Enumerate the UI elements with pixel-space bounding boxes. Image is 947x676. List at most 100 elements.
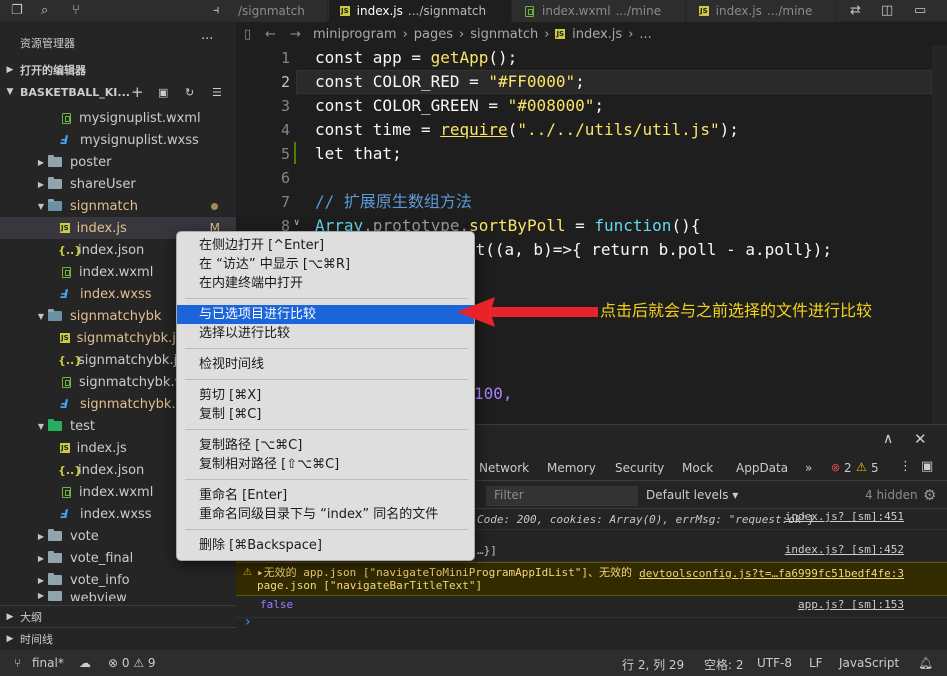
log-text: false	[260, 598, 294, 611]
git-branch-icon[interactable]: ⑂	[14, 656, 21, 670]
menu-reveal-in-finder[interactable]: 在 “访达” 中显示 [⌥⌘R]	[177, 255, 474, 274]
outline-section[interactable]: ▶ 大纲	[0, 605, 236, 627]
log-source-link[interactable]: devtoolsconfig.js?t=…fa6999fc51bedf4fe:3	[639, 567, 904, 580]
chevron-up-icon[interactable]: ∧	[883, 431, 893, 447]
new-folder-icon[interactable]: ▣	[158, 86, 168, 99]
bookmark-icon[interactable]: ▯	[244, 27, 251, 42]
tab-security[interactable]: Security	[615, 461, 664, 475]
code-line-partial[interactable]: 100,	[474, 382, 513, 406]
forward-arrow-icon[interactable]: →	[290, 27, 301, 42]
split-editor-icon[interactable]: ⫞	[213, 3, 220, 18]
json-file-icon: {..}	[58, 243, 83, 257]
tab-index-js-signmatch[interactable]: JS index.js .../signmatch	[329, 0, 512, 22]
indentation[interactable]: 空格: 2	[704, 656, 744, 673]
menu-copy[interactable]: 复制 [⌘C]	[177, 405, 474, 424]
collapse-all-icon[interactable]: ☰	[212, 86, 222, 99]
tree-folder[interactable]: ▶ webview	[0, 591, 236, 601]
tree-folder[interactable]: ▶ poster	[0, 151, 236, 173]
compare-changes-icon[interactable]: ⇄	[850, 3, 861, 18]
code-line[interactable]: const app = getApp();	[315, 46, 517, 70]
close-icon[interactable]: ✕	[914, 430, 927, 448]
menu-cut[interactable]: 剪切 [⌘X]	[177, 386, 474, 405]
tree-label: vote_final	[70, 550, 134, 566]
tab-memory[interactable]: Memory	[547, 461, 596, 475]
breadcrumb-item[interactable]: ...	[639, 27, 651, 42]
code-line[interactable]: const COLOR_GREEN = "#008000";	[315, 94, 604, 118]
tree-folder[interactable]: ▶ shareUser	[0, 173, 236, 195]
line-ending[interactable]: LF	[809, 656, 823, 670]
back-arrow-icon[interactable]: ←	[265, 27, 276, 42]
fold-chevron-icon[interactable]: ∨	[294, 218, 299, 228]
console-prompt[interactable]: ›	[245, 614, 251, 630]
js-file-icon: JS	[340, 6, 350, 16]
log-source-link[interactable]: index.js? [sm]:452	[785, 543, 904, 556]
files-icon[interactable]: ❐	[11, 3, 23, 18]
menu-delete[interactable]: 删除 [⌘Backspace]	[177, 536, 474, 555]
wxml-file-icon	[62, 112, 71, 124]
settings-gear-icon[interactable]: ⚙	[923, 486, 936, 504]
tree-file[interactable]: mysignuplist.wxml	[0, 107, 236, 129]
sync-icon[interactable]: ☁	[79, 656, 91, 670]
tree-file[interactable]: Ⅎ mysignuplist.wxss	[0, 129, 236, 151]
menu-select-for-compare[interactable]: 选择以进行比较	[177, 324, 474, 343]
language-mode[interactable]: JavaScript	[839, 656, 899, 670]
menu-compare-with-selected[interactable]: 与已选项目进行比较	[177, 305, 474, 324]
more-actions-icon[interactable]: ···	[201, 32, 213, 47]
json-file-icon: {..}	[58, 353, 83, 367]
notification-bell-icon[interactable]: 🔔︎	[918, 656, 933, 670]
tree-label: index.wxss	[80, 286, 152, 302]
code-line[interactable]: const COLOR_RED = "#FF0000";	[315, 70, 585, 94]
dock-icon[interactable]: ▣	[921, 459, 933, 474]
tree-folder[interactable]: ▼ signmatch	[0, 195, 236, 217]
tab-signmatch-overflow[interactable]: /signmatch	[232, 0, 328, 22]
code-comment[interactable]: // 扩展原生数组方法	[315, 190, 472, 214]
tab-appdata[interactable]: AppData	[736, 461, 788, 475]
menu-rename-same-named[interactable]: 重命名同级目录下与 “index” 同名的文件	[177, 505, 474, 524]
breadcrumb-item[interactable]: signmatch	[470, 27, 538, 42]
menu-copy-relative-path[interactable]: 复制相对路径 [⇧⌥⌘C]	[177, 455, 474, 474]
tab-index-wxml-mine[interactable]: index.wxml .../mine	[513, 0, 686, 22]
open-editors-section[interactable]: ▶ 打开的编辑器	[0, 59, 236, 81]
encoding[interactable]: UTF-8	[757, 656, 792, 670]
log-levels-dropdown[interactable]: Default levels ▾	[646, 488, 738, 502]
menu-open-in-terminal[interactable]: 在内建终端中打开	[177, 274, 474, 293]
split-layout-icon[interactable]: ◫	[881, 3, 893, 18]
filter-input[interactable]: Filter	[486, 486, 638, 506]
error-count-icon[interactable]: ⊗	[831, 461, 840, 474]
log-source-link[interactable]: index.js? [sm]:451	[785, 510, 904, 523]
menu-rename[interactable]: 重命名 [Enter]	[177, 486, 474, 505]
menu-open-to-side[interactable]: 在侧边打开 [^Enter]	[177, 236, 474, 255]
more-options-icon[interactable]: ⋮	[899, 459, 912, 474]
menu-copy-path[interactable]: 复制路径 [⌥⌘C]	[177, 436, 474, 455]
code-line[interactable]: let that;	[315, 142, 402, 166]
wxss-file-icon: Ⅎ	[60, 397, 69, 411]
refresh-icon[interactable]: ↻	[185, 86, 194, 99]
code-line-partial[interactable]: rt((a, b)=>{ return b.poll - a.poll});	[466, 238, 832, 262]
more-tabs-button[interactable]: »	[805, 461, 812, 475]
breadcrumb-item[interactable]: index.js	[572, 27, 622, 42]
tab-mock[interactable]: Mock	[682, 461, 713, 475]
menu-separator	[185, 479, 468, 480]
search-icon[interactable]: ⌕	[41, 3, 48, 18]
editor-scrollbar[interactable]	[932, 46, 947, 424]
chevron-right-icon: ›	[628, 26, 634, 42]
project-section[interactable]: ▼ BASKETBALL_KI... + ▣ ↻ ☰	[0, 81, 236, 103]
log-source-link[interactable]: app.js? [sm]:153	[798, 598, 904, 611]
cursor-position[interactable]: 行 2, 列 29	[622, 656, 684, 673]
menu-open-timeline[interactable]: 检视时间线	[177, 355, 474, 374]
chevron-right-icon: ▶	[6, 633, 14, 644]
wxss-file-icon: Ⅎ	[60, 133, 69, 147]
git-branch[interactable]: final*	[32, 656, 64, 670]
tab-index-js-mine[interactable]: JS index.js .../mine	[687, 0, 837, 22]
timeline-section[interactable]: ▶ 时间线	[0, 627, 236, 649]
source-control-icon[interactable]: ⑂	[72, 3, 80, 18]
toggle-panel-icon[interactable]: ▭	[914, 3, 926, 18]
tree-folder[interactable]: ▶ vote_info	[0, 569, 236, 591]
breadcrumb-item[interactable]: miniprogram	[313, 27, 397, 42]
problems-count[interactable]: ⊗ 0 ⚠ 9	[108, 656, 156, 670]
tab-network[interactable]: Network	[479, 461, 529, 475]
warning-count-icon[interactable]: ⚠	[856, 460, 867, 474]
new-file-icon[interactable]: +	[131, 83, 144, 101]
code-line[interactable]: const time = require("../../utils/util.j…	[315, 118, 739, 142]
breadcrumb-item[interactable]: pages	[414, 27, 453, 42]
